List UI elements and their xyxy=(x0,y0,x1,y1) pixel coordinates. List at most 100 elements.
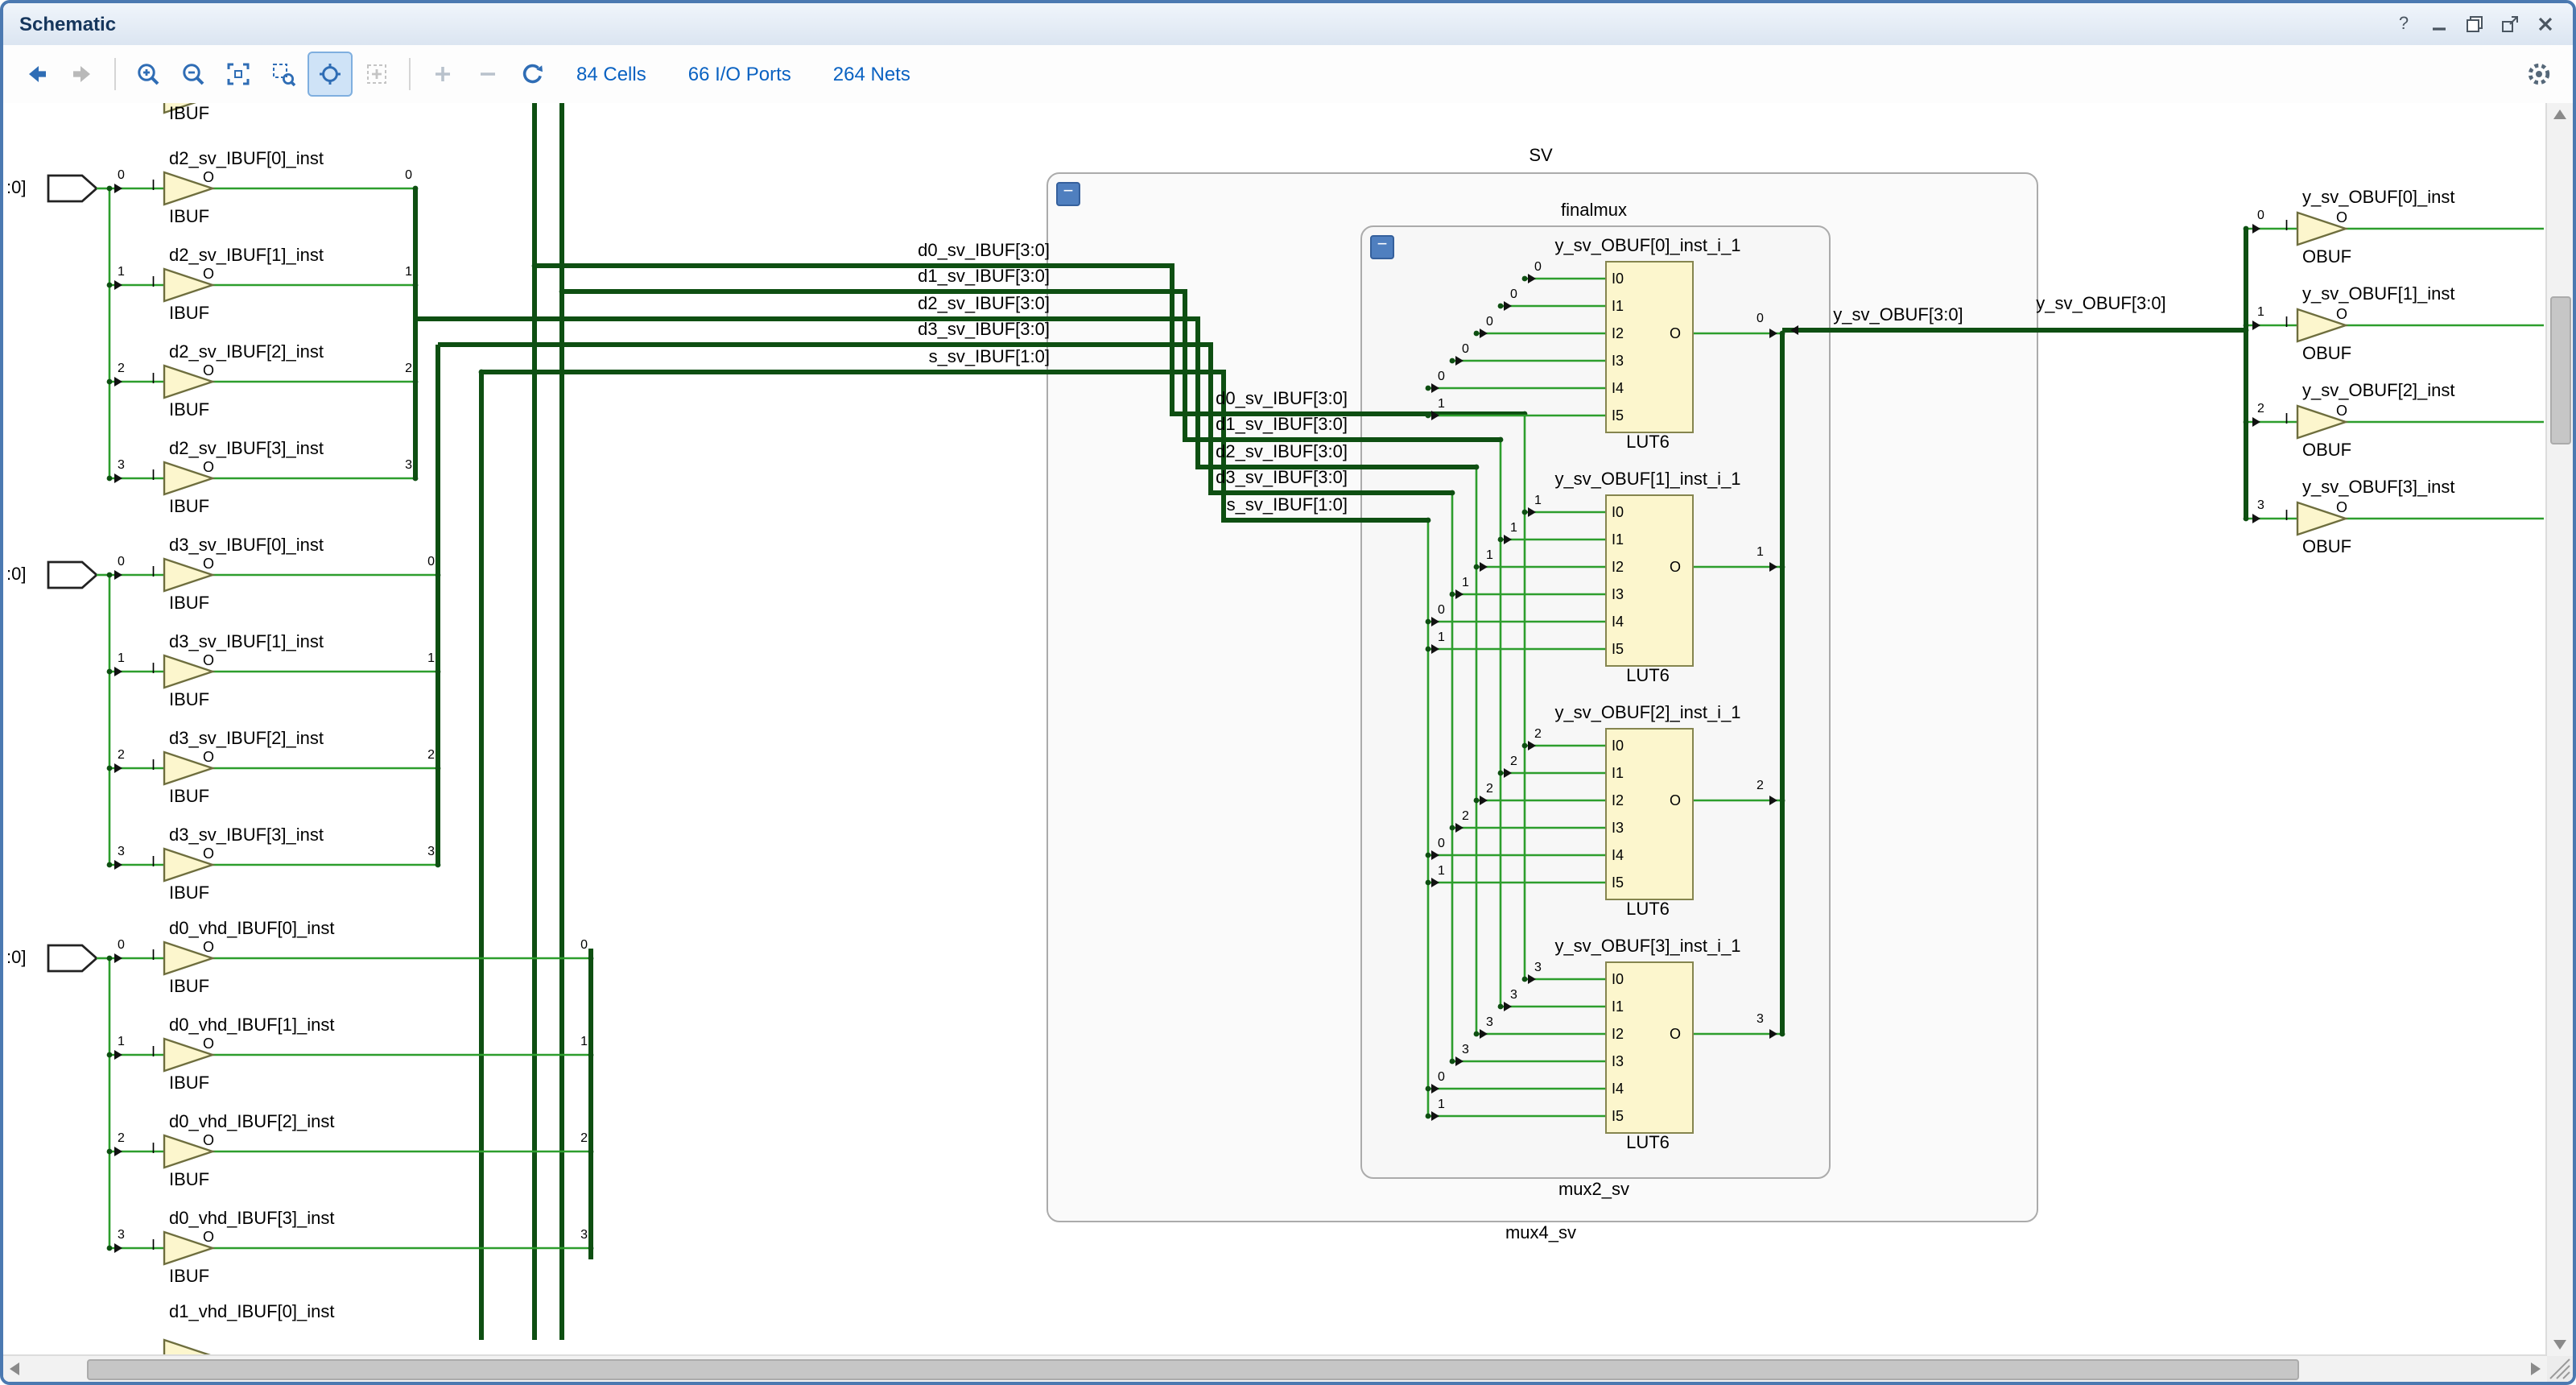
net-junction xyxy=(2244,516,2249,522)
net-name-label: y_sv_OBUF[3:0] xyxy=(1988,295,2214,314)
pin-out-label: O xyxy=(1670,559,1681,575)
net-junction xyxy=(107,669,113,675)
pin-in-label: I3 xyxy=(1612,820,1624,836)
bit-number: 3 xyxy=(396,457,412,472)
bit-number: 0 xyxy=(1510,287,1517,301)
bit-number: 0 xyxy=(1438,369,1445,383)
net-junction xyxy=(107,862,113,868)
net-arrow-marker xyxy=(114,473,122,483)
net-arrow-marker xyxy=(114,860,122,870)
net-arrow-marker xyxy=(1504,768,1512,778)
restore-button[interactable] xyxy=(2460,11,2489,37)
zoom-fit-button[interactable] xyxy=(217,53,259,95)
bit-number: 1 xyxy=(1438,396,1445,411)
net-junction xyxy=(1426,880,1431,886)
help-button[interactable]: ? xyxy=(2389,11,2418,37)
net-arrow-marker xyxy=(1431,1111,1439,1121)
back-button[interactable] xyxy=(16,53,58,95)
zoom-in-button[interactable] xyxy=(127,53,169,95)
net-junction xyxy=(1498,771,1504,776)
io-ports-link[interactable]: 66 I/O Ports xyxy=(688,63,791,85)
bit-number: 1 xyxy=(419,651,435,665)
bus-port-symbol[interactable] xyxy=(48,562,97,588)
vertical-scroll-thumb[interactable] xyxy=(2550,296,2571,444)
bit-number: 2 xyxy=(1534,726,1542,741)
float-button[interactable] xyxy=(2496,11,2524,37)
bit-number: 0 xyxy=(118,554,125,568)
cell-name-label: y_sv_OBUF[0]_inst_i_1 xyxy=(1509,237,1787,256)
pin-in-label: I1 xyxy=(1612,531,1624,548)
cell-type-label: IBUF xyxy=(169,105,209,124)
cell-name-label: d1_vhd_IBUF[0]_inst xyxy=(169,1303,334,1322)
net-junction xyxy=(1522,276,1528,282)
pin-in-label: I xyxy=(151,370,155,387)
nets-layer[interactable] xyxy=(3,103,2547,1356)
bit-number: 2 xyxy=(118,1131,125,1145)
pin-in-label: I2 xyxy=(1612,559,1624,575)
pin-in-label: I xyxy=(151,757,155,773)
scroll-down-arrow[interactable] xyxy=(2553,1340,2566,1350)
net-arrow-marker xyxy=(1528,974,1536,984)
pin-out-label: O xyxy=(203,939,214,955)
pin-out-label: O xyxy=(1670,792,1681,808)
cells-link[interactable]: 84 Cells xyxy=(576,63,646,85)
pin-in-label: I3 xyxy=(1612,1053,1624,1069)
nets-link[interactable]: 264 Nets xyxy=(833,63,910,85)
schematic-window: Schematic ? xyxy=(0,0,2576,1385)
minimize-button[interactable] xyxy=(2425,11,2454,37)
port-name-label: :0] xyxy=(6,179,26,198)
bit-number: 2 xyxy=(1462,808,1469,823)
zoom-selection-button[interactable] xyxy=(262,53,304,95)
cell-name-label: d3_sv_IBUF[2]_inst xyxy=(169,730,324,749)
pin-in-label: I xyxy=(151,274,155,290)
pin-in-label: I4 xyxy=(1612,1081,1624,1097)
cell-type-label: IBUF xyxy=(169,884,209,903)
vertical-scrollbar[interactable] xyxy=(2545,103,2573,1356)
net-junction xyxy=(1474,564,1480,570)
pin-in-label: I xyxy=(151,467,155,483)
buffer-symbol[interactable] xyxy=(164,1340,213,1356)
net-junction xyxy=(436,862,441,868)
pin-out-label: O xyxy=(203,652,214,668)
pin-in-label: I xyxy=(2285,217,2289,234)
horizontal-scroll-thumb[interactable] xyxy=(87,1359,2299,1380)
scroll-up-arrow[interactable] xyxy=(2553,110,2566,119)
add-button xyxy=(422,53,464,95)
bus-port-symbol[interactable] xyxy=(48,176,97,201)
bit-number: 3 xyxy=(2257,498,2264,512)
net-junction xyxy=(588,1246,594,1251)
scroll-left-arrow[interactable] xyxy=(10,1362,19,1375)
resize-grip-icon xyxy=(2547,1356,2573,1382)
net-junction xyxy=(1498,437,1504,443)
bit-number: 3 xyxy=(419,844,435,858)
bit-number: 1 xyxy=(118,1034,125,1048)
autofit-button[interactable] xyxy=(308,52,353,97)
bus-port-symbol[interactable] xyxy=(48,945,97,971)
net-arrow-marker xyxy=(114,763,122,773)
horizontal-scrollbar[interactable] xyxy=(3,1354,2547,1382)
net-junction xyxy=(1474,798,1480,804)
refresh-button[interactable] xyxy=(512,53,554,95)
net-arrow-marker xyxy=(1504,301,1512,311)
settings-gear-button[interactable] xyxy=(2518,53,2560,95)
scroll-right-arrow[interactable] xyxy=(2531,1362,2541,1375)
pin-in-label: I0 xyxy=(1612,738,1624,754)
bit-number: 1 xyxy=(1462,575,1469,589)
bit-number: 2 xyxy=(2257,401,2264,416)
zoom-out-button[interactable] xyxy=(172,53,214,95)
pin-in-label: I3 xyxy=(1612,353,1624,369)
toolbar: 84 Cells 66 I/O Ports 264 Nets xyxy=(3,45,2573,105)
cell-name-label: d2_sv_IBUF[3]_inst xyxy=(169,440,324,459)
bit-number: 3 xyxy=(118,1227,125,1242)
net-junction xyxy=(2244,420,2249,425)
pin-in-label: I xyxy=(2285,507,2289,523)
pin-in-label: I5 xyxy=(1612,874,1624,891)
resize-grip[interactable] xyxy=(2547,1356,2573,1382)
close-button[interactable] xyxy=(2531,11,2560,37)
title-bar: Schematic ? xyxy=(3,3,2573,47)
cell-name-label: d3_sv_IBUF[1]_inst xyxy=(169,633,324,652)
net-junction xyxy=(1426,518,1431,523)
float-icon xyxy=(2500,14,2520,34)
bit-number: 1 xyxy=(1438,630,1445,644)
schematic-viewport[interactable]: SV finalmux mux2_sv mux4_sv − − :0]d2_sv… xyxy=(3,103,2547,1356)
